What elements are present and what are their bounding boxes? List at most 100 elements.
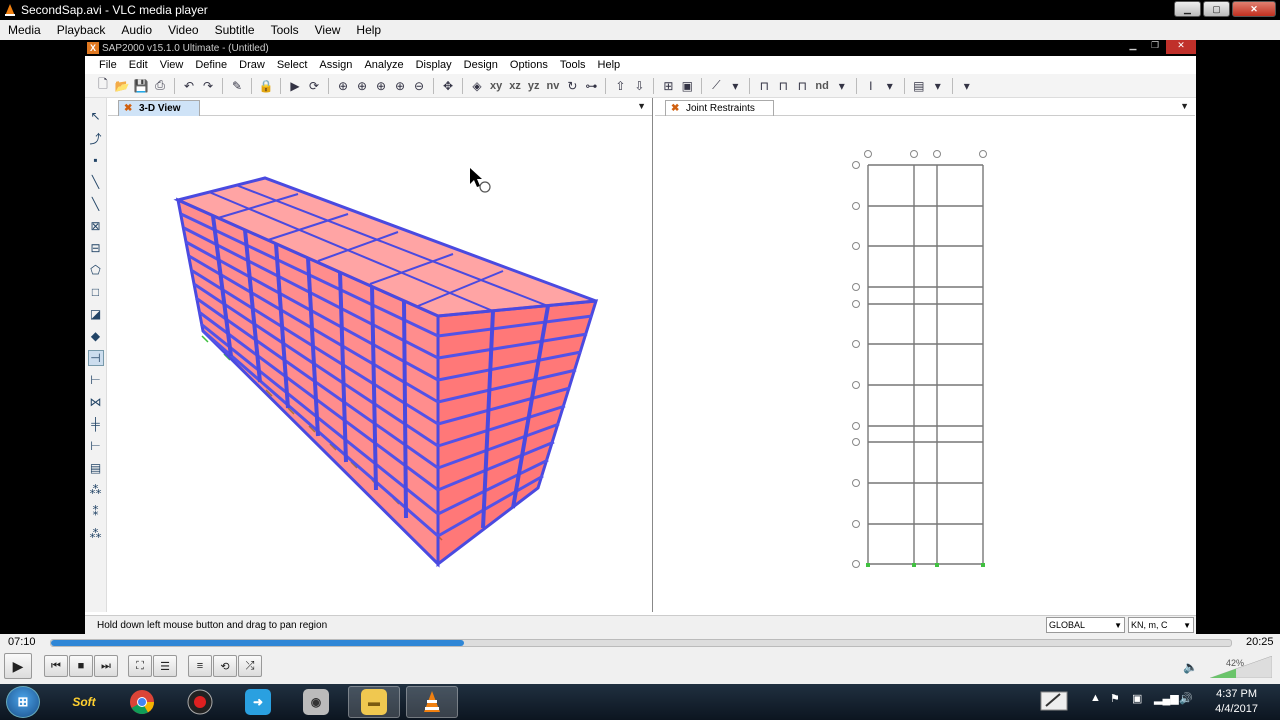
zoom-previous-icon[interactable]: ⊕: [373, 78, 389, 94]
dropdown-arrow-icon[interactable]: ▾: [834, 78, 850, 94]
menu-audio[interactable]: Audio: [113, 23, 160, 37]
menu-tools[interactable]: Tools: [263, 23, 307, 37]
sap-menu-help[interactable]: Help: [592, 59, 627, 71]
soft-app-button[interactable]: Soft: [58, 686, 110, 718]
camera-app-button[interactable]: ◉: [290, 686, 342, 718]
open-folder-icon[interactable]: 📂: [114, 78, 130, 94]
sap-menu-draw[interactable]: Draw: [233, 59, 271, 71]
tab-joint-restraints[interactable]: ✖ Joint Restraints: [665, 100, 774, 116]
draw-rect-area-icon[interactable]: □: [88, 284, 104, 300]
tab-3d-view[interactable]: ✖ 3-D View: [118, 100, 200, 116]
action-center-flag-icon[interactable]: ⚑: [1110, 692, 1120, 705]
zoom-out-icon[interactable]: ⊖: [411, 78, 427, 94]
sap-menu-display[interactable]: Display: [410, 59, 458, 71]
sap-minimize-button[interactable]: ▁: [1122, 40, 1144, 54]
sap-restore-button[interactable]: ❐: [1144, 40, 1166, 54]
network-signal-icon[interactable]: ▂▄▆: [1154, 692, 1179, 705]
units-select[interactable]: KN, m, C ▼: [1128, 617, 1194, 633]
remote-desktop-button[interactable]: ➜: [232, 686, 284, 718]
select-all-icon[interactable]: ⁂: [88, 482, 104, 498]
draw-link-icon[interactable]: ⊟: [88, 240, 104, 256]
display-options-icon[interactable]: ▣: [679, 78, 695, 94]
quick-area-icon[interactable]: ◪: [88, 306, 104, 322]
reshape-icon[interactable]: ⤴: [88, 130, 104, 146]
lock-icon[interactable]: 🔒: [258, 78, 274, 94]
minimize-button[interactable]: ▁: [1174, 1, 1201, 17]
view-nv-button[interactable]: nv: [545, 78, 562, 94]
playlist-button[interactable]: ≡: [188, 655, 212, 677]
zoom-in-icon[interactable]: ⊕: [392, 78, 408, 94]
pencil-icon[interactable]: ✎: [229, 78, 245, 94]
coord-system-select[interactable]: GLOBAL ▼: [1046, 617, 1125, 633]
show-grid-icon[interactable]: ⊞: [660, 78, 676, 94]
view-xz-button[interactable]: xz: [507, 78, 523, 94]
3d-view-pane[interactable]: ✖ 3-D View ▼: [108, 98, 653, 612]
view-yz-button[interactable]: yz: [526, 78, 542, 94]
chrome-button[interactable]: [116, 686, 168, 718]
pinned-restraint-icon[interactable]: ⋈: [88, 394, 104, 410]
file-explorer-button[interactable]: ▬: [348, 686, 400, 718]
clock[interactable]: 4:37 PM 4/4/2017: [1215, 687, 1258, 717]
menu-view[interactable]: View: [307, 23, 349, 37]
draw-frame-icon[interactable]: ╲: [88, 174, 104, 190]
sap-menu-options[interactable]: Options: [504, 59, 554, 71]
vlc-taskbar-button[interactable]: [406, 686, 458, 718]
perspective-icon[interactable]: ⊶: [583, 78, 599, 94]
elevation-frame-view[interactable]: [655, 116, 1195, 612]
show-hidden-icons-icon[interactable]: ▲: [1090, 692, 1101, 704]
draw-solid-icon[interactable]: ◆: [88, 328, 104, 344]
print-icon[interactable]: ⎙: [152, 78, 168, 94]
sap-menu-design[interactable]: Design: [458, 59, 504, 71]
undo-icon[interactable]: ↶: [181, 78, 197, 94]
save-icon[interactable]: 💾: [133, 78, 149, 94]
menu-video[interactable]: Video: [160, 23, 206, 37]
device-icon[interactable]: ▣: [1132, 692, 1142, 705]
quick-frame-icon[interactable]: ╲: [88, 196, 104, 212]
multi-frame-icon[interactable]: ⊓: [794, 78, 810, 94]
menu-help[interactable]: Help: [348, 23, 389, 37]
close-button[interactable]: ✕: [1232, 1, 1276, 17]
display-table-icon[interactable]: ▤: [911, 78, 927, 94]
view-nd-button[interactable]: nd: [813, 78, 830, 94]
pen-tablet-icon[interactable]: [1040, 688, 1068, 717]
previous-button[interactable]: ⏮: [44, 655, 68, 677]
zoom-window-icon[interactable]: ⊕: [335, 78, 351, 94]
building-3d-model[interactable]: [108, 116, 653, 612]
loop-button[interactable]: ⟲: [213, 655, 237, 677]
sap-menu-select[interactable]: Select: [271, 59, 314, 71]
frame-shape-icon[interactable]: ⊓: [756, 78, 772, 94]
shuffle-button[interactable]: ⤮: [238, 655, 262, 677]
clear-selection-icon[interactable]: ⁂: [88, 526, 104, 542]
no-restraint-icon[interactable]: ⊢: [88, 438, 104, 454]
section-cut-icon[interactable]: ▤: [88, 460, 104, 476]
maximize-button[interactable]: ▢: [1203, 1, 1230, 17]
chevron-down-icon[interactable]: ▼: [1180, 101, 1189, 111]
dropdown-arrow-icon[interactable]: ▾: [930, 78, 946, 94]
section-i-beam-icon[interactable]: I: [863, 78, 879, 94]
play-button[interactable]: ▶: [4, 653, 32, 679]
dropdown-arrow-icon[interactable]: ▾: [727, 78, 743, 94]
draw-frame-icon[interactable]: ⟋: [708, 78, 724, 94]
sap-menu-file[interactable]: File: [93, 59, 123, 71]
refresh-icon[interactable]: ⟳: [306, 78, 322, 94]
menu-media[interactable]: Media: [0, 23, 49, 37]
joint-restraints-pane[interactable]: ✖ Joint Restraints ▼: [655, 98, 1195, 612]
fullscreen-button[interactable]: ⛶: [128, 655, 152, 677]
dropdown-arrow-icon[interactable]: ▾: [882, 78, 898, 94]
volume-tray-icon[interactable]: 🔊: [1179, 692, 1193, 705]
pan-icon[interactable]: ✥: [440, 78, 456, 94]
fixed-restraint-icon[interactable]: ⊢: [88, 372, 104, 388]
move-up-icon[interactable]: ⇧: [612, 78, 628, 94]
portal-frame-icon[interactable]: ⊓: [775, 78, 791, 94]
recorder-button[interactable]: [174, 686, 226, 718]
speaker-icon[interactable]: 🔈: [1183, 660, 1198, 674]
chevron-down-icon[interactable]: ▼: [637, 101, 646, 111]
3d-view-icon[interactable]: ◈: [469, 78, 485, 94]
draw-joint-icon[interactable]: ▪: [88, 152, 104, 168]
sap-menu-assign[interactable]: Assign: [313, 59, 358, 71]
pointer-icon[interactable]: ↖: [88, 108, 104, 124]
redo-icon[interactable]: ↷: [200, 78, 216, 94]
sap-menu-define[interactable]: Define: [189, 59, 233, 71]
move-down-icon[interactable]: ⇩: [631, 78, 647, 94]
sap-menu-analyze[interactable]: Analyze: [358, 59, 409, 71]
